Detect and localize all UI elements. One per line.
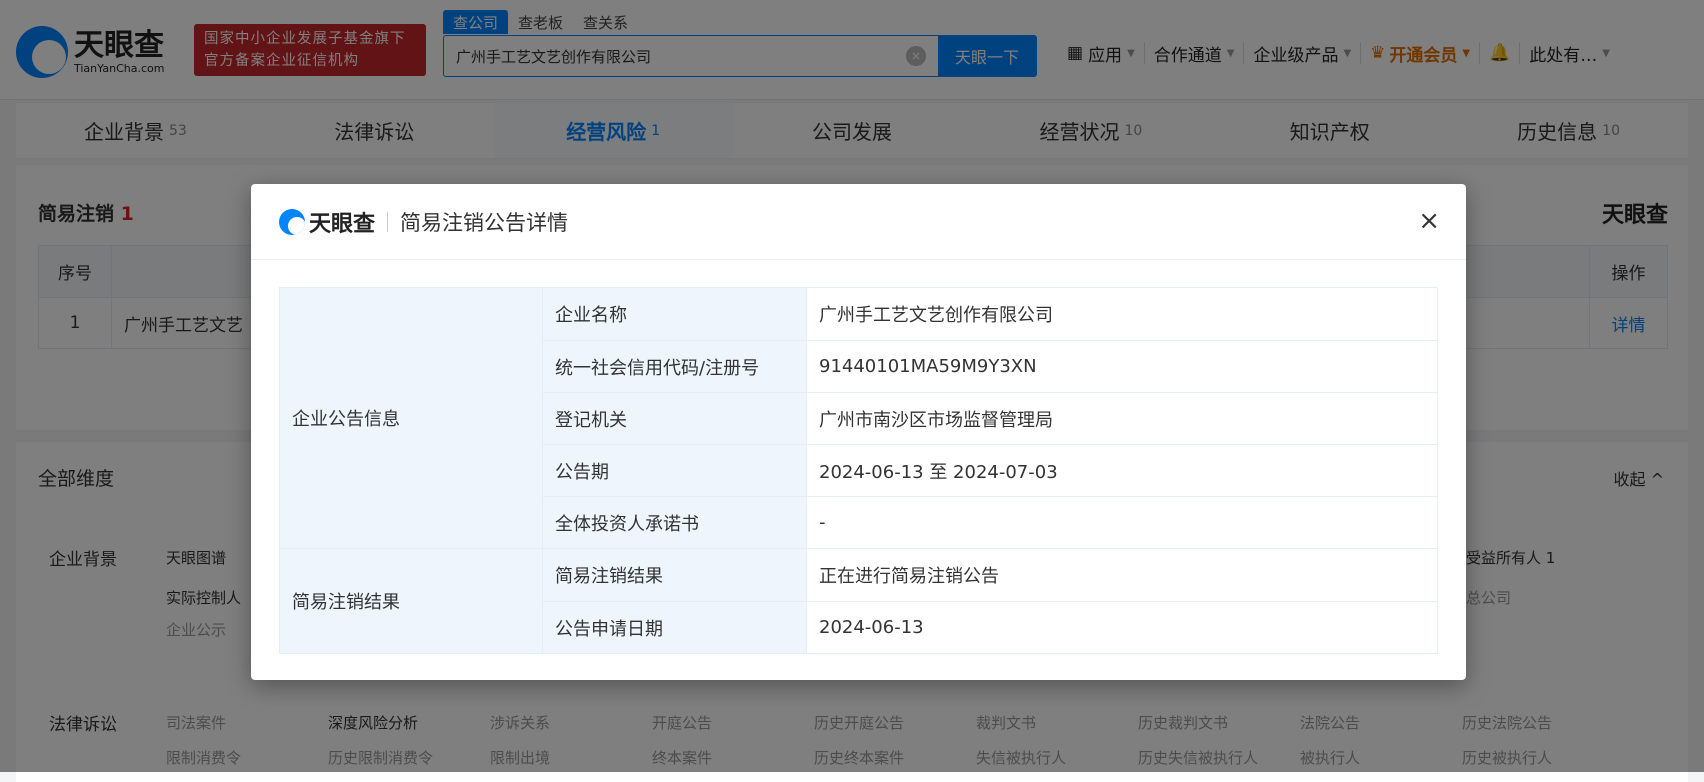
table-row: 全体投资人承诺书 - (543, 496, 1437, 548)
field-key: 公告申请日期 (543, 602, 807, 653)
modal-title: 简易注销公告详情 (400, 210, 569, 235)
table-row: 统一社会信用代码/注册号 91440101MA59M9Y3XN (543, 340, 1437, 392)
table-row: 公告期 2024-06-13 至 2024-07-03 (543, 444, 1437, 496)
group-label: 企业公告信息 (280, 288, 543, 548)
field-value: 广州市南沙区市场监督管理局 (819, 409, 1053, 431)
table-row: 登记机关 广州市南沙区市场监督管理局 (543, 392, 1437, 444)
field-value: 2024-06-13 (819, 617, 924, 638)
table-row: 企业名称 广州手工艺文艺创作有限公司 (543, 288, 1437, 340)
modal-logo-text: 天眼查 (309, 211, 376, 237)
field-value: 91440101MA59M9Y3XN (819, 356, 1037, 377)
field-key: 公告期 (543, 445, 807, 496)
field-value: 广州手工艺文艺创作有限公司 (819, 305, 1053, 326)
field-key: 简易注销结果 (543, 549, 807, 601)
detail-table: 企业公告信息 企业名称 广州手工艺文艺创作有限公司 统一社会信用代码/注册号 91440… (279, 287, 1438, 654)
field-value: - (819, 512, 826, 533)
logo-icon (279, 208, 305, 235)
table-row: 公告申请日期 2024-06-13 (543, 601, 1437, 653)
field-value: 正在进行简易注销公告 (819, 566, 999, 587)
close-icon[interactable]: × (1418, 206, 1440, 236)
field-key: 企业名称 (543, 288, 807, 340)
table-row: 简易注销结果 正在进行简易注销公告 (543, 549, 1437, 601)
divider (387, 211, 389, 232)
field-key: 全体投资人承诺书 (543, 497, 807, 548)
field-key: 登记机关 (543, 393, 807, 444)
deregistration-detail-modal: 天眼查 简易注销公告详情 × 企业公告信息 企业名称 广州手工艺文艺创作有限公司 统一… (251, 184, 1466, 680)
group-label: 简易注销结果 (280, 549, 543, 653)
field-key: 统一社会信用代码/注册号 (543, 341, 807, 392)
field-value: 2024-06-13 至 2024-07-03 (819, 461, 1058, 483)
modal-logo: 天眼查 (279, 206, 375, 238)
info-group: 简易注销结果 简易注销结果 正在进行简易注销公告 公告申请日期 2024-06-13 (280, 548, 1437, 653)
info-group: 企业公告信息 企业名称 广州手工艺文艺创作有限公司 统一社会信用代码/注册号 91440… (280, 287, 1437, 548)
modal-header: 天眼查 简易注销公告详情 × (251, 184, 1466, 260)
